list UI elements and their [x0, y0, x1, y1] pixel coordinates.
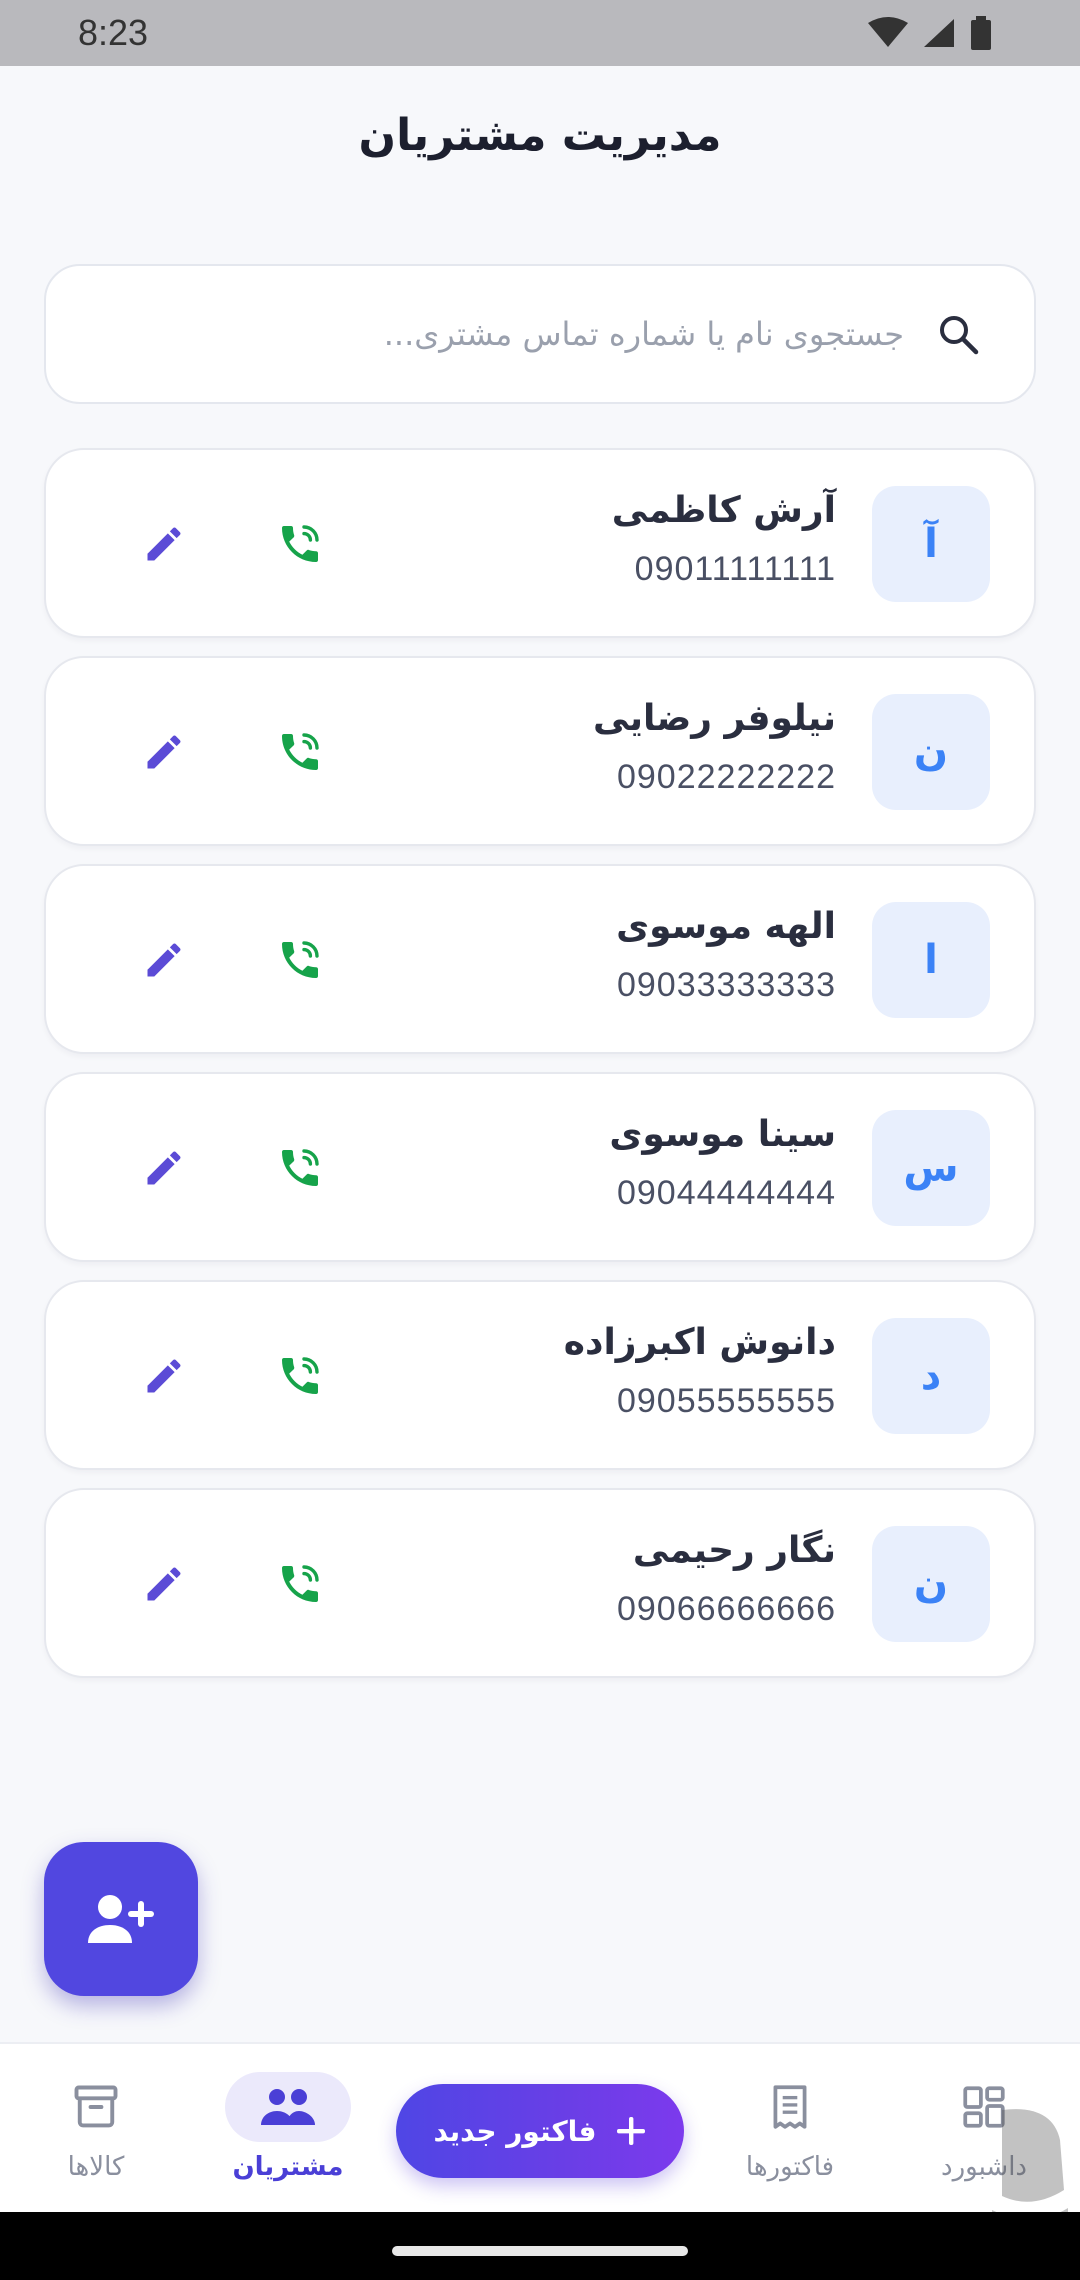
customer-name: نگار رحیمی — [632, 1530, 836, 1571]
nav-products-label: کالاها — [67, 2152, 125, 2182]
customer-phone: 09055555555 — [616, 1382, 836, 1420]
edit-button[interactable] — [128, 1132, 200, 1204]
nav-invoices-label: فاکتورها — [745, 2152, 835, 2182]
phone-call-icon — [282, 525, 319, 562]
customer-card[interactable]: س سینا موسوی 09044444444 — [44, 1072, 1036, 1262]
signal-icon — [924, 19, 954, 47]
customer-name: سینا موسوی — [609, 1114, 836, 1155]
customer-card[interactable]: ن نگار رحیمی 09066666666 — [44, 1488, 1036, 1678]
call-button[interactable] — [264, 1548, 336, 1620]
customer-phone: 09066666666 — [616, 1590, 836, 1628]
phone-call-icon — [282, 733, 319, 770]
customer-initial: ن — [913, 1561, 949, 1607]
nav-invoices[interactable]: فاکتورها — [700, 2072, 880, 2202]
receipt-icon — [773, 2085, 807, 2129]
customer-avatar: س — [872, 1110, 990, 1226]
customer-phone: 09033333333 — [616, 966, 836, 1004]
customer-name: دانوش اکبرزاده — [563, 1322, 836, 1363]
new-invoice-button[interactable]: فاکتور جدید — [396, 2084, 684, 2178]
customer-initial: د — [920, 1353, 942, 1399]
pencil-icon — [147, 735, 181, 769]
customer-initial: ا — [924, 937, 938, 983]
battery-icon — [971, 16, 991, 50]
customer-avatar: د — [872, 1318, 990, 1434]
customer-name: الهه موسوی — [616, 906, 836, 947]
pencil-icon — [147, 1359, 181, 1393]
status-bar: 8:23 — [0, 0, 1080, 66]
customer-initial: ن — [913, 729, 949, 775]
customer-name: نیلوفر رضایی — [593, 698, 836, 739]
new-invoice-label: فاکتور جدید — [433, 2114, 597, 2148]
nav-customers[interactable]: مشتریان — [198, 2072, 378, 2202]
bottom-nav: کالاها مشتریان فاکتور جدید فاکتورها داشب… — [0, 2042, 1080, 2212]
pencil-icon — [147, 1567, 181, 1601]
phone-call-icon — [282, 1149, 319, 1186]
customer-initial: آ — [924, 521, 938, 567]
customer-phone: 09011111111 — [634, 550, 836, 588]
add-user-icon — [88, 1895, 154, 1943]
customer-card[interactable]: ا الهه موسوی 09033333333 — [44, 864, 1036, 1054]
call-button[interactable] — [264, 508, 336, 580]
customer-avatar: آ — [872, 486, 990, 602]
edit-button[interactable] — [128, 924, 200, 996]
customer-avatar: ا — [872, 902, 990, 1018]
customer-phone: 09022222222 — [616, 758, 836, 796]
call-button[interactable] — [264, 924, 336, 996]
call-button[interactable] — [264, 1132, 336, 1204]
wifi-icon — [868, 17, 908, 47]
home-gesture-bar[interactable] — [392, 2246, 688, 2256]
users-icon — [261, 2089, 315, 2125]
add-customer-fab[interactable] — [44, 1842, 198, 1996]
call-button[interactable] — [264, 716, 336, 788]
status-icons — [868, 16, 992, 50]
phone-call-icon — [282, 1565, 319, 1602]
edit-button[interactable] — [128, 508, 200, 580]
customer-phone: 09044444444 — [616, 1174, 836, 1212]
customer-card[interactable]: آ آرش کاظمی 09011111111 — [44, 448, 1036, 638]
customer-name: آرش کاظمی — [611, 490, 836, 531]
phone-call-icon — [282, 941, 319, 978]
status-time: 8:23 — [78, 12, 149, 53]
search-box[interactable] — [44, 264, 1036, 404]
edit-button[interactable] — [128, 1340, 200, 1412]
customer-avatar: ن — [872, 1526, 990, 1642]
customer-card[interactable]: ن نیلوفر رضایی 09022222222 — [44, 656, 1036, 846]
search-icon[interactable] — [930, 306, 986, 362]
edit-button[interactable] — [128, 1548, 200, 1620]
nav-customers-label: مشتریان — [232, 2152, 344, 2182]
edit-button[interactable] — [128, 716, 200, 788]
nav-customers-icon-wrap — [225, 2072, 351, 2142]
customer-card[interactable]: د دانوش اکبرزاده 09055555555 — [44, 1280, 1036, 1470]
plus-icon — [616, 2117, 645, 2145]
nav-products[interactable]: کالاها — [6, 2072, 186, 2202]
nav-invoices-icon-wrap — [727, 2072, 853, 2142]
nav-products-icon-wrap — [33, 2072, 159, 2142]
phone-call-icon — [282, 1357, 319, 1394]
call-button[interactable] — [264, 1340, 336, 1412]
customer-initial: س — [903, 1145, 959, 1191]
customer-avatar: ن — [872, 694, 990, 810]
pencil-icon — [147, 1151, 181, 1185]
pencil-icon — [147, 527, 181, 561]
page-title: مدیریت مشتریان — [358, 110, 722, 161]
pencil-icon — [147, 943, 181, 977]
search-input[interactable] — [86, 315, 904, 353]
system-nav-bar — [0, 2212, 1080, 2280]
customer-list: آ آرش کاظمی 09011111111 ن نیلوفر رضایی 0… — [44, 448, 1036, 1696]
archive-box-icon — [74, 2085, 118, 2128]
